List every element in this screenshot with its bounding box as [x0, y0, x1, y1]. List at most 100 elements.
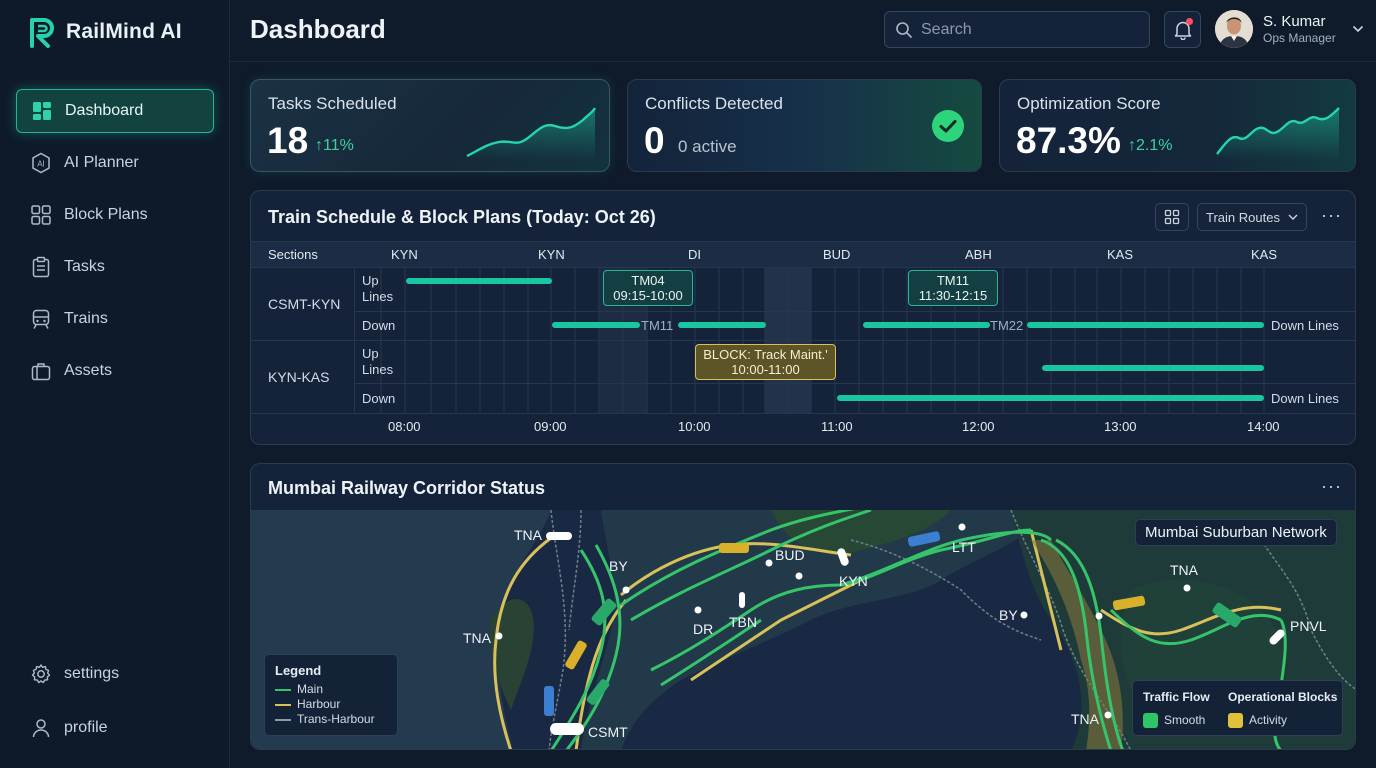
legend-title: Legend [275, 663, 322, 678]
brand[interactable]: RailMind AI [28, 16, 182, 48]
station-label: LTT [952, 539, 976, 555]
legend-item: Trans-Harbour [275, 712, 387, 727]
user-name: S. Kumar [1263, 13, 1326, 30]
time-label: 10:00 [678, 419, 711, 434]
gear-icon [31, 664, 51, 684]
grid-view-button[interactable] [1155, 203, 1189, 231]
smooth-label: Smooth [1164, 713, 1206, 727]
sidebar-item-tasks[interactable]: Tasks [16, 245, 214, 289]
legend-label: Trans-Harbour [297, 712, 375, 726]
operational-blocks-title: Operational Blocks [1228, 690, 1338, 704]
sparkline-tasks [466, 107, 597, 160]
station-label: BUD [775, 547, 805, 563]
kpi-value: 87.3% [1016, 120, 1121, 161]
search-box[interactable] [884, 11, 1150, 48]
traffic-flow-title: Traffic Flow [1143, 690, 1210, 704]
sidebar-item-label: Dashboard [65, 102, 144, 119]
station-label: TNA [463, 630, 492, 646]
notifications-button[interactable] [1164, 11, 1201, 48]
kpi-optimization-score: Optimization Score 87.3% ↑2.1% [999, 79, 1356, 172]
station-header: KAS [1251, 247, 1278, 262]
chevron-down-icon [1288, 214, 1298, 220]
notification-badge [1186, 18, 1193, 25]
kpi-delta-value: 11% [323, 137, 354, 154]
svg-text:AI: AI [37, 160, 45, 169]
chevron-down-icon [1352, 25, 1363, 33]
avatar-portrait-icon [1215, 10, 1253, 48]
network-label: Mumbai Suburban Network [1135, 519, 1337, 546]
train-icon [32, 309, 50, 329]
kpi-delta: ↑2.1% [1128, 137, 1172, 155]
sidebar-nav: Dashboard AI AI Planner Block Plans Task… [16, 89, 214, 401]
sidebar-item-assets[interactable]: Assets [16, 349, 214, 393]
station-label: DR [693, 621, 713, 637]
station-header: DI [688, 247, 701, 262]
search-icon [896, 21, 912, 38]
sidebar-item-profile[interactable]: profile [16, 706, 214, 750]
station-label: TNA [1071, 711, 1100, 727]
kpi-tasks-scheduled: Tasks Scheduled 18 ↑11% [250, 79, 610, 172]
section-name: CSMT-KYN [268, 296, 341, 312]
train-routes-select[interactable]: Train Routes [1197, 203, 1307, 231]
legend-label: Harbour [297, 697, 341, 711]
sidebar-item-label: Assets [64, 362, 113, 379]
station-label: TNA [514, 527, 543, 543]
kpi-delta-value: 2.1% [1136, 137, 1173, 154]
time-label: 14:00 [1247, 419, 1280, 434]
time-label: 13:00 [1104, 419, 1137, 434]
user-role: Ops Manager [1263, 31, 1336, 45]
grid-icon [1164, 209, 1180, 225]
kpi-sub: 0 active [678, 137, 737, 156]
user-info: S. Kumar Ops Manager [1263, 13, 1336, 45]
train-tag-tm04[interactable]: TM04 09:15-10:00 [603, 270, 693, 306]
sidebar-item-label: Block Plans [64, 206, 148, 223]
schedule-more-button[interactable]: ··· [1321, 205, 1342, 226]
map-panel: Mumbai Railway Corridor Status ··· TNA B… [250, 463, 1356, 750]
railway-map[interactable]: TNA BY BUD KYN LTT TNA DR TBN CSMT BY TN… [251, 510, 1355, 749]
schedule-grid [251, 241, 1355, 414]
section-name: KYN-KAS [268, 369, 330, 385]
kpi-label: Tasks Scheduled [268, 94, 397, 113]
block-tag-track-maint[interactable]: BLOCK: Track Maint.' 10:00-11:00 [695, 344, 836, 380]
station-header: ABH [965, 247, 992, 262]
briefcase-icon [31, 363, 51, 381]
tag-line: BLOCK: Track Maint.' [703, 347, 828, 362]
avatar [1215, 10, 1253, 48]
kpi-conflicts-detected: Conflicts Detected 0 0 active [627, 79, 982, 172]
legend-item: Main [275, 682, 387, 697]
kpi-delta: ↑11% [315, 137, 354, 155]
activity-label: Activity [1249, 713, 1288, 727]
tag-line: 09:15-10:00 [613, 288, 683, 303]
app-name: RailMind AI [66, 20, 182, 43]
map-more-button[interactable]: ··· [1321, 476, 1342, 497]
user-menu[interactable]: S. Kumar Ops Manager [1215, 10, 1364, 48]
time-label: 11:00 [821, 419, 853, 434]
railmind-logo-icon [30, 18, 54, 48]
sidebar-item-dashboard[interactable]: Dashboard [16, 89, 214, 133]
sidebar-item-settings[interactable]: settings [16, 652, 214, 696]
sparkline-optimization [1216, 107, 1340, 160]
train-tag-tm11[interactable]: TM11 11:30-12:15 [908, 270, 998, 306]
sidebar-item-label: AI Planner [64, 154, 139, 171]
station-header: KYN [538, 247, 565, 262]
kpi-value: 0 [644, 120, 665, 161]
sidebar-item-label: profile [64, 719, 108, 736]
map-legend: Legend Main Harbour Trans-Harbour [264, 654, 398, 736]
ai-chip-icon: AI [32, 152, 50, 174]
sidebar-item-block-plans[interactable]: Block Plans [16, 193, 214, 237]
station-label: CSMT [588, 724, 628, 740]
down-lines-label: Down Lines [1271, 391, 1339, 406]
traffic-legend: Traffic Flow Operational Blocks Smooth A… [1132, 680, 1343, 736]
lane-label: Down [362, 391, 396, 406]
time-label: 12:00 [962, 419, 995, 434]
arrow-up-icon: ↑ [315, 137, 323, 154]
sidebar-item-ai-planner[interactable]: AI AI Planner [16, 141, 214, 185]
schedule-title: Train Schedule & Block Plans (Today: Oct… [268, 207, 656, 227]
station-label: PNVL [1290, 618, 1327, 634]
lane-label: Down [362, 318, 396, 333]
sidebar: RailMind AI Dashboard AI AI Planner Bloc… [0, 0, 230, 768]
sidebar-item-trains[interactable]: Trains [16, 297, 214, 341]
clipboard-icon [32, 256, 50, 278]
search-input[interactable] [921, 20, 1121, 39]
sections-header: Sections [268, 247, 318, 262]
